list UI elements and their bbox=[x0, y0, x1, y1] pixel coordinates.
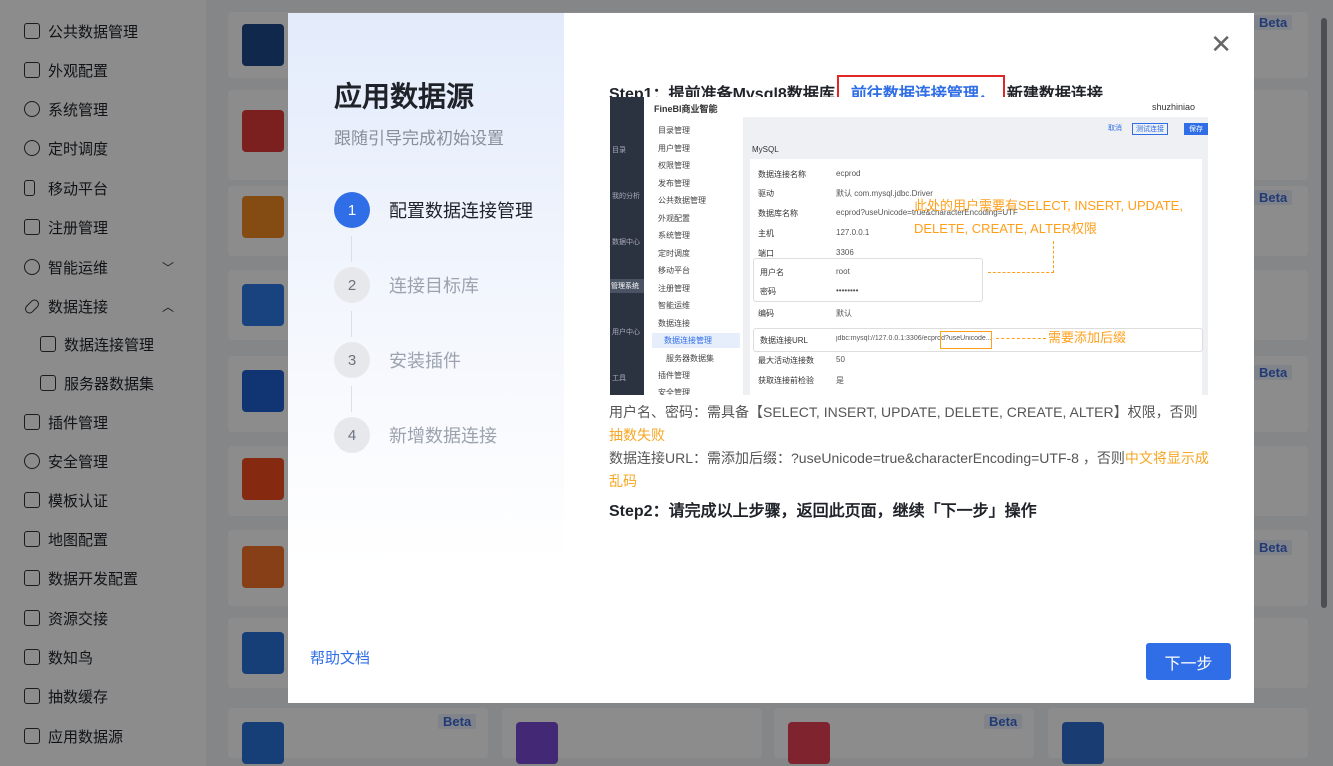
step-label: 新增数据连接 bbox=[389, 426, 497, 446]
step-label: 连接目标库 bbox=[389, 276, 479, 296]
url-highlight: 数据连接URL jdbc:mysql://127.0.0.1:3306/ecpr… bbox=[754, 329, 1202, 351]
step-label: 安装插件 bbox=[389, 351, 461, 371]
modal-subtitle: 跟随引导完成初始设置 bbox=[334, 129, 504, 148]
app-datasource-modal: 应用数据源 跟随引导完成初始设置 1 配置数据连接管理 2 连接目标库 3 安装插件 … bbox=[288, 13, 1254, 703]
close-icon[interactable]: ✕ bbox=[1210, 31, 1232, 57]
modal-title: 应用数据源 bbox=[334, 81, 475, 112]
steps-panel: 应用数据源 跟随引导完成初始设置 1 配置数据连接管理 2 连接目标库 3 安装插件 … bbox=[288, 13, 564, 703]
step-4[interactable]: 4 新增数据连接 bbox=[334, 417, 497, 453]
next-button[interactable]: 下一步 bbox=[1146, 643, 1231, 680]
screenshot-nav: 目录 我的分析 数据中心 管理系统 用户中心 工具 bbox=[610, 117, 644, 395]
step-number: 1 bbox=[334, 192, 370, 228]
screenshot-menu: 目录管理 用户管理 权限管理 发布管理 公共数据管理 外观配置 系统管理 定时调… bbox=[644, 117, 744, 395]
logo-icon bbox=[610, 97, 644, 117]
requirements-note: 用户名、密码：需具备【SELECT, INSERT, UPDATE, DELET… bbox=[609, 404, 1209, 489]
step-number: 4 bbox=[334, 417, 370, 453]
step-connector bbox=[351, 386, 352, 412]
step-2[interactable]: 2 连接目标库 bbox=[334, 267, 479, 303]
step-number: 2 bbox=[334, 267, 370, 303]
step-number: 3 bbox=[334, 342, 370, 378]
help-docs-link[interactable]: 帮助文档 bbox=[310, 647, 370, 668]
suffix-highlight-box bbox=[940, 331, 992, 349]
step-connector bbox=[351, 311, 352, 337]
guide-screenshot: FineBI商业智能 shuzhiniao 目录 我的分析 数据中心 管理系统 … bbox=[610, 97, 1208, 395]
step-1[interactable]: 1 配置数据连接管理 bbox=[334, 192, 533, 228]
step2-instruction: Step2：请完成以上步骤，返回此页面，继续「下一步」操作 bbox=[609, 503, 1037, 520]
step-connector bbox=[351, 236, 352, 262]
annotation-arrow bbox=[1053, 241, 1054, 273]
annotation-arrow bbox=[996, 338, 1046, 339]
credentials-highlight: 用户名 root 密码 •••••••• bbox=[754, 259, 982, 301]
screenshot-header: FineBI商业智能 shuzhiniao bbox=[610, 97, 1208, 117]
annotation-arrow bbox=[988, 272, 1054, 273]
step-3[interactable]: 3 安装插件 bbox=[334, 342, 461, 378]
step-label: 配置数据连接管理 bbox=[389, 201, 533, 221]
